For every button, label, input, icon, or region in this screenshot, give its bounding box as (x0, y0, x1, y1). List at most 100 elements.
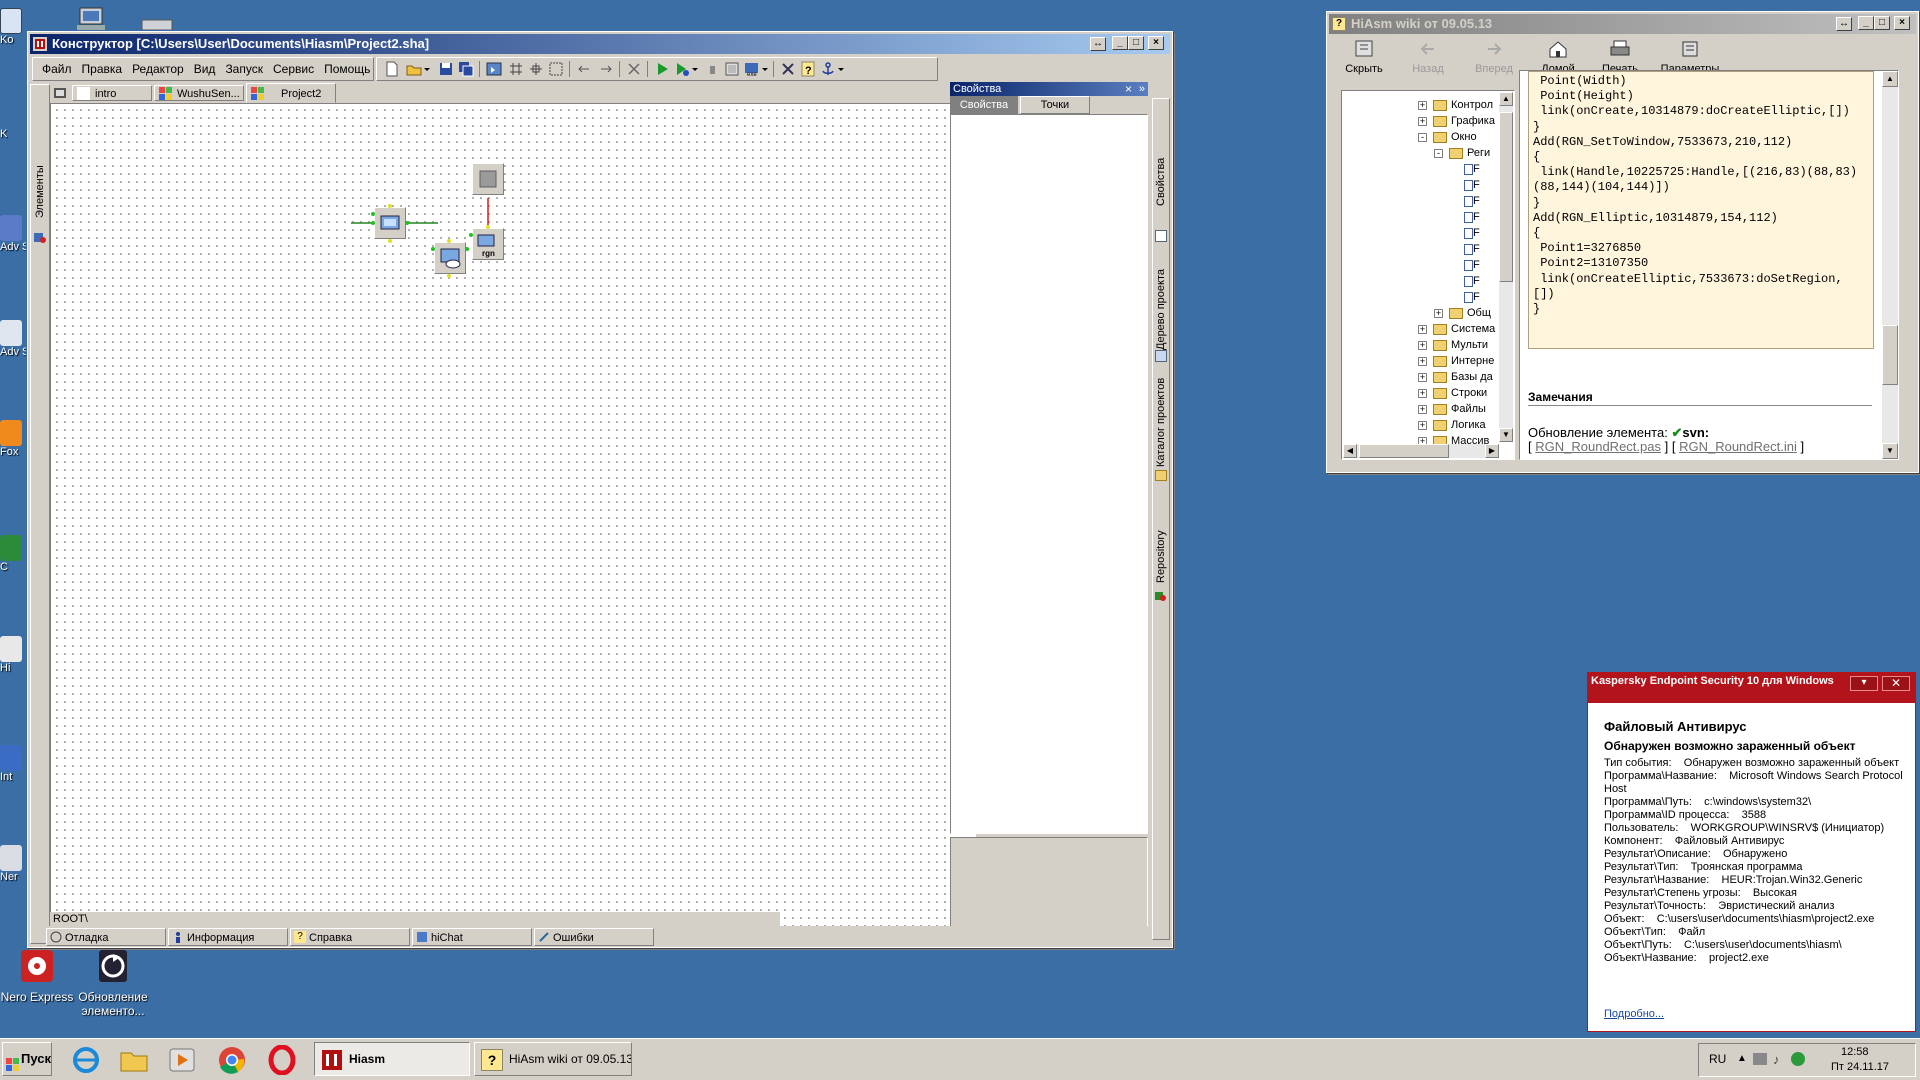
tab-project2[interactable]: Project2 (246, 83, 336, 103)
chevron-right-icon[interactable]: » (1139, 82, 1145, 96)
chrome-icon[interactable] (216, 1045, 248, 1075)
desktop-icon-adv1[interactable]: Adv S (0, 215, 26, 270)
anchor-icon[interactable] (819, 60, 837, 78)
clock-time[interactable]: 12:58 (1841, 1046, 1869, 1058)
maximize-button[interactable]: □ (1874, 16, 1890, 30)
tree-item[interactable]: + Базы да (1418, 369, 1493, 385)
compile-icon[interactable]: exe (743, 60, 761, 78)
task-hiasm[interactable]: Hiasm (314, 1042, 470, 1076)
desktop-icon-ner[interactable]: Ner (0, 845, 26, 895)
network-icon[interactable] (74, 6, 108, 34)
new-file-icon[interactable] (383, 60, 401, 78)
save-all-icon[interactable] (457, 60, 475, 78)
element-window-handle[interactable] (472, 163, 504, 195)
tools-icon[interactable] (779, 60, 797, 78)
tab-hichat[interactable]: hiChat (412, 928, 532, 946)
tab-intro[interactable]: intro (72, 85, 152, 101)
tree-item[interactable]: F (1464, 193, 1480, 209)
forward-button[interactable]: Вперед (1465, 38, 1523, 82)
explorer-folder-icon[interactable] (118, 1045, 150, 1075)
tree-item[interactable]: F (1464, 225, 1480, 241)
expand-icon[interactable]: + (1418, 372, 1427, 382)
expand-icon[interactable]: + (1418, 340, 1427, 350)
scheme-canvas[interactable]: rgn (50, 103, 976, 938)
desktop-icon-int[interactable]: Int (0, 745, 26, 795)
volume-icon[interactable]: ♪ (1773, 1052, 1780, 1067)
run-debug-icon[interactable] (673, 60, 691, 78)
expand-icon[interactable]: + (1418, 404, 1427, 414)
tree-item[interactable]: F (1464, 289, 1480, 305)
collapse-icon[interactable]: - (1434, 148, 1443, 158)
media-player-icon[interactable] (166, 1045, 198, 1075)
chevron-down-icon[interactable]: ▾ (1850, 676, 1878, 691)
expand-icon[interactable]: + (1434, 308, 1443, 318)
menu-view[interactable]: Вид (189, 58, 221, 80)
link-roundrect-ini[interactable]: RGN_RoundRect.ini (1679, 439, 1797, 454)
build-icon[interactable] (485, 60, 503, 78)
tab-errors[interactable]: Ошибки (534, 928, 654, 946)
open-folder-icon[interactable] (405, 60, 423, 78)
run-icon[interactable] (653, 60, 671, 78)
restore-arrow-button[interactable]: ↔ (1836, 17, 1852, 31)
form-icon[interactable] (723, 60, 741, 78)
content-scrollbar[interactable]: ▲ ▼ (1882, 71, 1898, 459)
help-icon[interactable]: ? (799, 60, 817, 78)
tree-item[interactable]: F (1464, 241, 1480, 257)
menu-help[interactable]: Помощь (319, 58, 375, 80)
konstruktor-titlebar[interactable]: Конструктор [C:\Users\User\Documents\Hia… (30, 34, 1170, 54)
props-list[interactable] (950, 114, 1148, 834)
back-button[interactable]: Назад (1399, 38, 1457, 82)
minimize-button[interactable]: _ (1112, 36, 1128, 50)
tree-item[interactable]: - Реги (1434, 145, 1490, 161)
grid-icon[interactable] (507, 60, 525, 78)
snap-icon[interactable] (527, 60, 545, 78)
task-hiasm-wiki[interactable]: ? HiAsm wiki от 09.05.13 (474, 1042, 632, 1076)
tree-item[interactable]: F (1464, 273, 1480, 289)
clock-date[interactable]: Пт 24.11.17 (1831, 1061, 1889, 1073)
tab-help[interactable]: ? Справка (290, 928, 410, 946)
close-icon[interactable]: × (1125, 82, 1132, 96)
desktop-icon-computer[interactable]: Ko (0, 8, 26, 58)
network-tray-icon[interactable] (1753, 1053, 1767, 1065)
chevron-down-icon[interactable] (423, 60, 431, 78)
desktop-icon-update-elements[interactable]: Обновление элементо... (68, 946, 158, 1018)
element-rgn-elliptic[interactable] (434, 242, 466, 274)
tree-item[interactable]: - Окно (1418, 129, 1477, 145)
chevron-down-icon[interactable] (691, 60, 699, 78)
chevron-up-icon[interactable]: ▲ (1737, 1053, 1747, 1064)
menu-run[interactable]: Запуск (220, 58, 268, 80)
maximize-button[interactable]: □ (1128, 36, 1144, 50)
stop-icon[interactable] (703, 60, 721, 78)
close-icon[interactable]: ✕ (1882, 676, 1910, 691)
expand-icon[interactable]: + (1418, 116, 1427, 126)
tab-debug[interactable]: Отладка (46, 928, 166, 946)
tree-scrollbar[interactable]: ▲ ▼ (1499, 92, 1513, 442)
tree-item[interactable]: F (1464, 161, 1480, 177)
ie-icon[interactable] (70, 1045, 102, 1075)
hide-button[interactable]: Скрыть (1335, 38, 1393, 82)
tabs-menu-icon[interactable] (52, 85, 68, 101)
expand-icon[interactable]: + (1418, 388, 1427, 398)
frame-icon[interactable] (547, 60, 565, 78)
menu-service[interactable]: Сервис (268, 58, 319, 80)
desktop-icon-c[interactable]: C (0, 535, 26, 595)
printer-icon[interactable] (140, 18, 174, 31)
tree-item[interactable]: + Мульти (1418, 337, 1488, 353)
expand-icon[interactable]: + (1418, 420, 1427, 430)
wiki-content[interactable]: Point(Width) Point(Height) link(onCreate… (1519, 70, 1899, 460)
expand-icon[interactable]: + (1418, 356, 1427, 366)
tab-info[interactable]: Информация (168, 928, 288, 946)
minimize-button[interactable]: _ (1858, 16, 1874, 30)
link-roundrect-pas[interactable]: RGN_RoundRect.pas (1535, 439, 1661, 454)
tree-hscrollbar[interactable]: ◀ ▶ (1343, 444, 1499, 458)
kaspersky-tray-icon[interactable] (1791, 1052, 1805, 1066)
menu-editor[interactable]: Редактор (127, 58, 189, 80)
delete-icon[interactable] (625, 60, 643, 78)
restore-arrow-button[interactable]: ↔ (1090, 37, 1106, 51)
menu-edit[interactable]: Правка (77, 58, 128, 80)
tree-item[interactable]: + Система (1418, 321, 1495, 337)
tab-elements[interactable]: Элементы (31, 152, 49, 232)
tab-points[interactable]: Точки (1020, 96, 1090, 114)
expand-icon[interactable]: + (1418, 324, 1427, 334)
close-button[interactable]: × (1894, 16, 1910, 30)
